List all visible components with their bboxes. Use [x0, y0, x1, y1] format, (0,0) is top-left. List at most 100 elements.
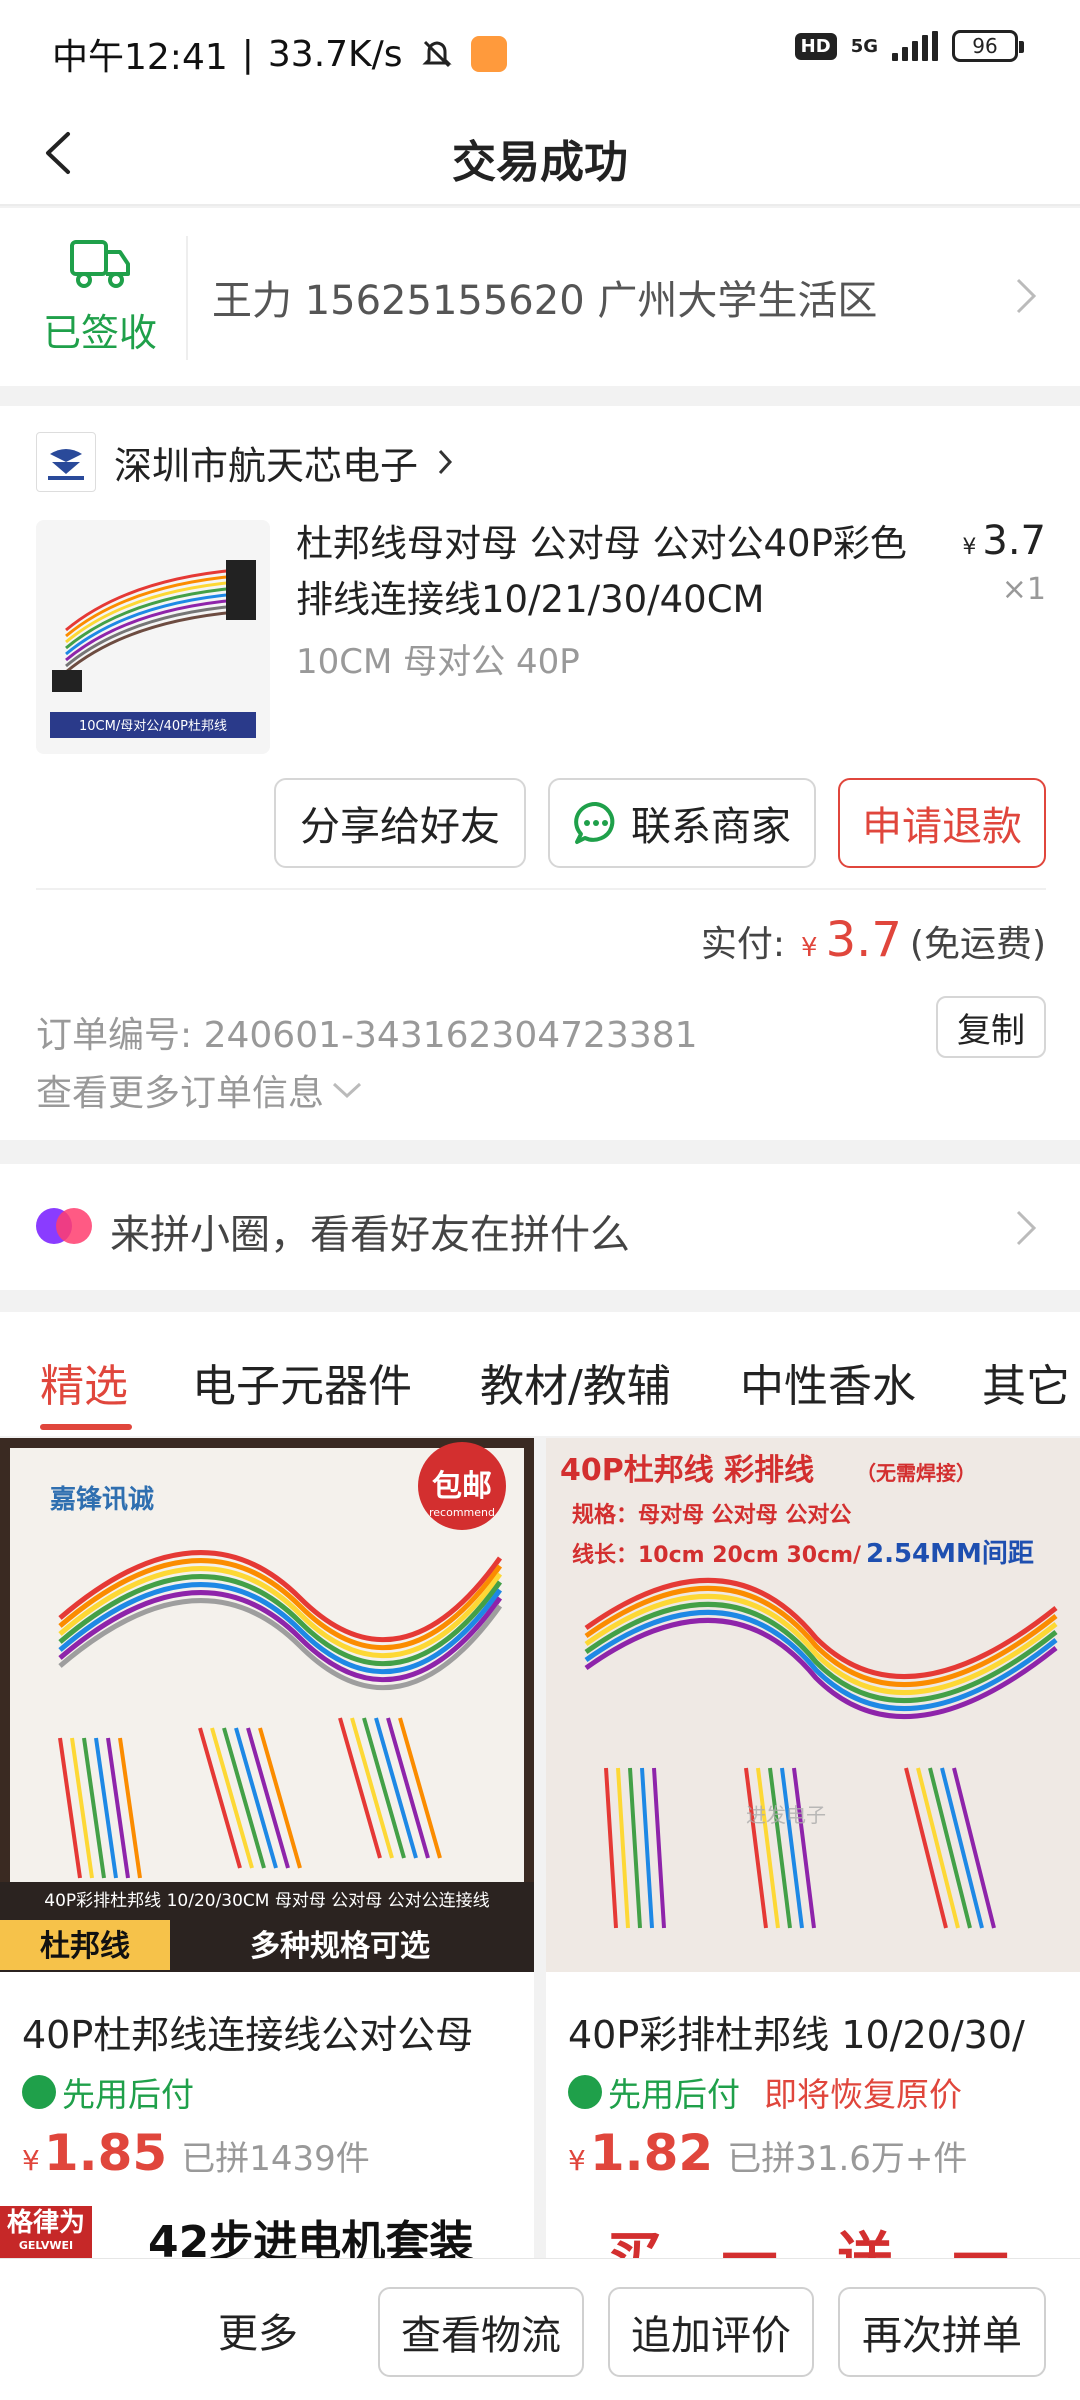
product-image[interactable]: 10CM/母对公/40P杜邦线	[36, 520, 270, 754]
tab-other[interactable]: 其它	[982, 1350, 1070, 1414]
order-number-label: 订单编号:	[36, 1015, 193, 1056]
image-watermark: 进发电子	[746, 1803, 826, 1827]
tab-electronic-components[interactable]: 电子元器件	[192, 1350, 412, 1414]
divider	[36, 888, 1046, 890]
image-pitch: 2.54MM间距	[866, 1539, 1034, 1569]
contact-seller-button[interactable]: 联系商家	[548, 778, 816, 868]
view-logistics-button[interactable]: 查看物流	[378, 2287, 584, 2377]
product-image-caption: 10CM/母对公/40P杜邦线	[79, 719, 227, 734]
share-button[interactable]: 分享给好友	[274, 778, 526, 868]
image-length: 线长：10cm 20cm 30cm/	[572, 1542, 862, 1568]
product-image-drawing: 10CM/母对公/40P杜邦线	[36, 520, 270, 754]
peek-brand: 格律为 GELVWEI	[0, 2206, 92, 2260]
image-headline: 40P杜邦线 彩排线	[560, 1453, 814, 1488]
app-notification-icon	[470, 36, 507, 72]
chat-icon	[574, 801, 615, 844]
image-tag-right: 多种规格可选	[250, 1929, 430, 1964]
pay-later-icon	[568, 2075, 602, 2109]
pay-later-tag: 先用后付 即将恢复原价	[568, 2068, 962, 2116]
product-card-sold: 已拼1439件	[181, 2139, 370, 2179]
tab-textbooks[interactable]: 教材/教辅	[480, 1350, 671, 1414]
product-card-price-value: 1.85	[43, 2124, 168, 2182]
shipping-note: (免运费)	[909, 924, 1046, 965]
image-headline-note: （无需焊接）	[856, 1461, 976, 1485]
shop-header[interactable]: 深圳市航天芯电子	[36, 432, 454, 492]
chevron-right-icon	[1016, 1210, 1037, 1246]
image-bottom-caption: 40P彩排杜邦线 10/20/30CM 母对母 公对母 公对公连接线	[44, 1891, 489, 1911]
friend-circle-banner[interactable]: 来拼小圈，看看好友在拼什么	[0, 1164, 1080, 1290]
product-title[interactable]: 杜邦线母对母 公对母 公对公40P彩色排线连接线10/21/30/40CM	[296, 516, 936, 628]
delivery-address: 王力 15625155620 广州大学生活区	[212, 278, 878, 324]
product-card[interactable]: 包邮 recommend 嘉锋讯诚 40P彩排杜邦线 10/20/30CM 母对…	[0, 1438, 534, 2200]
order-card: 深圳市航天芯电子 10CM/母对公/40P杜邦线 杜邦线母对母 公对母 公对公4	[0, 406, 1080, 1140]
pay-later-label: 先用后付	[608, 2075, 740, 2114]
currency-symbol: ¥	[22, 2144, 40, 2177]
product-card-image: 包邮 recommend 嘉锋讯诚 40P彩排杜邦线 10/20/30CM 母对…	[0, 1438, 534, 1972]
product-price: ¥3.7	[962, 518, 1046, 564]
status-time: 中午12:41	[52, 37, 228, 78]
image-tag-left: 杜邦线	[40, 1929, 130, 1964]
tab-active-indicator	[40, 1424, 132, 1430]
status-left: 中午12:41 | 33.7K/s	[52, 28, 507, 80]
peek-title: 42步进电机套装	[148, 2217, 474, 2260]
product-price-value: 3.7	[982, 518, 1046, 564]
contact-seller-label: 联系商家	[631, 804, 791, 850]
signal-icon	[892, 31, 938, 61]
refund-button[interactable]: 申请退款	[838, 778, 1046, 868]
product-quantity: ×1	[1001, 572, 1046, 607]
mute-icon	[421, 40, 452, 68]
image-badge-sub: recommend	[429, 1506, 495, 1519]
delivery-card[interactable]: 已签收 王力 15625155620 广州大学生活区	[0, 208, 1080, 386]
more-order-info[interactable]: 查看更多订单信息	[36, 1064, 364, 1116]
chevron-down-icon	[332, 1082, 362, 1099]
product-card-image-drawing: 包邮 recommend 嘉锋讯诚 40P彩排杜邦线 10/20/30CM 母对…	[0, 1438, 534, 1972]
shop-name: 深圳市航天芯电子	[114, 443, 419, 488]
product-card[interactable]: 40P杜邦线 彩排线 （无需焊接） 规格：母对母 公对母 公对公 线长：10cm…	[546, 1438, 1080, 2200]
order-number: 订单编号: 240601-343162304723381	[36, 1006, 698, 1058]
paid-label: 实付:	[700, 924, 786, 965]
currency-symbol: ¥	[962, 535, 977, 560]
image-spec: 规格：母对母 公对母 公对公	[572, 1502, 851, 1528]
peek-brand-name: 格律为	[6, 2208, 85, 2238]
category-tabs: 精选 电子元器件 教材/教辅 中性香水 其它	[0, 1312, 1080, 1436]
product-card-image-drawing: 40P杜邦线 彩排线 （无需焊接） 规格：母对母 公对母 公对公 线长：10cm…	[546, 1438, 1080, 1972]
tab-perfume[interactable]: 中性香水	[740, 1350, 916, 1414]
share-button-label: 分享给好友	[300, 804, 500, 850]
delivery-divider	[186, 236, 188, 360]
product-card-peek[interactable]: 买 一 送 一	[546, 2200, 1080, 2260]
nav-bar: 交易成功	[0, 100, 1080, 206]
page-title: 交易成功	[452, 137, 628, 188]
pay-later-icon	[22, 2075, 56, 2109]
pay-later-label: 先用后付	[62, 2075, 194, 2114]
add-review-button[interactable]: 追加评价	[608, 2287, 814, 2377]
image-brand: 嘉锋讯诚	[50, 1485, 154, 1515]
status-net-speed: 33.7K/s	[267, 33, 403, 75]
copy-button[interactable]: 复制	[936, 996, 1046, 1058]
peek-title: 买 一 送 一	[606, 2227, 1029, 2260]
truck-icon	[70, 240, 130, 288]
currency-symbol: ¥	[801, 933, 818, 963]
image-badge: 包邮	[432, 1469, 492, 1504]
shop-logo-icon	[48, 449, 84, 480]
paid-total: 实付: ¥ 3.7 (免运费)	[701, 912, 1046, 968]
refund-button-label: 申请退款	[862, 804, 1022, 850]
battery-icon: 96	[952, 30, 1024, 62]
status-separator: |	[241, 33, 254, 75]
product-card-price: ¥ 1.82 已拼31.6万+件	[568, 2124, 967, 2182]
delivery-status-label: 已签收	[42, 311, 157, 355]
reorder-button[interactable]: 再次拼单	[838, 2287, 1046, 2377]
order-number-value: 240601-343162304723381	[203, 1015, 698, 1056]
product-card-price-value: 1.82	[589, 2124, 714, 2182]
product-card-peek[interactable]: 格律为 GELVWEI 42步进电机套装	[0, 2200, 534, 2260]
more-button[interactable]: 更多	[218, 2301, 298, 2359]
chevron-right-icon	[438, 449, 453, 475]
product-card-image: 40P杜邦线 彩排线 （无需焊接） 规格：母对母 公对母 公对公 线长：10cm…	[546, 1438, 1080, 1972]
peek-brand-sub: GELVWEI	[18, 2239, 74, 2252]
product-card-title: 40P彩排杜邦线 10/20/30/	[568, 2013, 1025, 2057]
product-card-sold: 已拼31.6万+件	[727, 2139, 968, 2179]
bottom-action-bar: 更多 查看物流 追加评价 再次拼单	[0, 2258, 1080, 2400]
more-order-info-label: 查看更多订单信息	[36, 1073, 325, 1114]
circle-logo-icon	[36, 1208, 92, 1244]
product-card-price: ¥ 1.85 已拼1439件	[22, 2124, 370, 2182]
tab-featured[interactable]: 精选	[40, 1350, 128, 1414]
